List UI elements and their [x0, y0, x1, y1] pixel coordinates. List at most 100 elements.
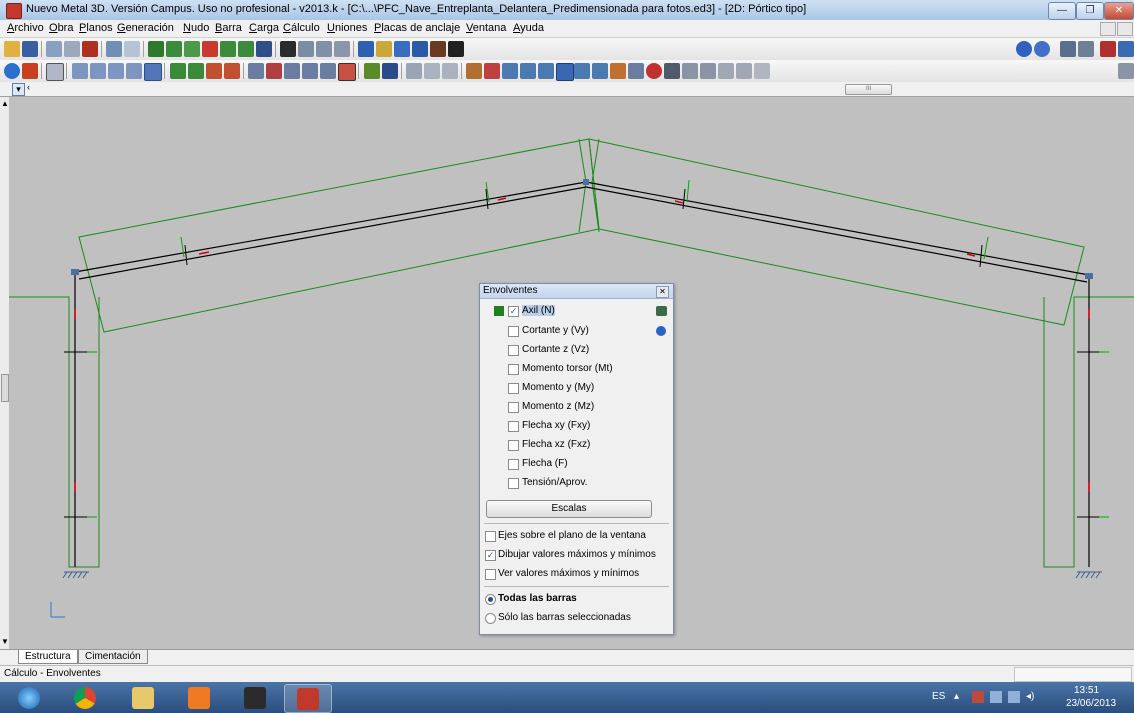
taskbar-acrobat[interactable]	[232, 684, 278, 711]
option-flecha-xy[interactable]: Flecha xy (Fxy)	[480, 417, 673, 436]
clock-time[interactable]: 13:51	[1074, 685, 1099, 696]
option-tension[interactable]: Tensión/Aprov.	[480, 474, 673, 493]
rectangle-icon[interactable]	[358, 41, 374, 57]
zoom-out-icon[interactable]	[220, 41, 236, 57]
checkbox-momento-y[interactable]	[508, 383, 519, 394]
extra-icon[interactable]	[1118, 63, 1134, 79]
print2-icon[interactable]	[736, 63, 752, 79]
clock-date[interactable]: 23/06/2013	[1066, 698, 1116, 709]
node-load-icon[interactable]	[338, 63, 356, 81]
draw2-icon[interactable]	[700, 63, 716, 79]
app-icon[interactable]	[6, 3, 22, 19]
scroll-down-icon[interactable]: ▼	[1, 637, 9, 646]
plug-icon[interactable]	[1100, 41, 1116, 57]
option-flecha[interactable]: Flecha (F)	[480, 455, 673, 474]
checkbox-flecha-xz[interactable]	[508, 440, 519, 451]
point-load-icon[interactable]	[266, 63, 282, 79]
draw-icon[interactable]	[682, 63, 698, 79]
material-icon[interactable]	[442, 63, 458, 79]
checkbox-flecha-xy[interactable]	[508, 421, 519, 432]
menu-obra[interactable]: Obra	[49, 22, 73, 34]
vertical-scroll-thumb[interactable]	[1, 374, 9, 402]
checkbox-cortante-y[interactable]	[508, 326, 519, 337]
checkbox-cortante-z[interactable]	[508, 345, 519, 356]
option-cortante-z[interactable]: Cortante z (Vz)	[480, 341, 673, 360]
taskbar-metal3d[interactable]	[284, 684, 332, 713]
buckling-icon[interactable]	[466, 63, 482, 79]
menu-planos[interactable]: Planos	[79, 22, 113, 34]
start-button[interactable]	[6, 684, 52, 711]
bolt-icon[interactable]	[538, 63, 554, 79]
check-ver-valores[interactable]: Ver valores máximos y mínimos	[480, 565, 673, 584]
globe-icon[interactable]	[1034, 41, 1050, 57]
tray-expand-icon[interactable]: ▴	[954, 691, 959, 702]
frame-icon[interactable]	[90, 63, 106, 79]
radio-todas-barras[interactable]: Todas las barras	[480, 590, 673, 609]
checkbox-tension[interactable]	[508, 478, 519, 489]
structure-icon[interactable]	[280, 41, 296, 57]
hypothesis-icon[interactable]	[364, 63, 380, 79]
dimension-icon[interactable]	[334, 41, 350, 57]
camera-icon[interactable]	[1078, 41, 1094, 57]
close-button[interactable]: ✕	[1104, 2, 1134, 20]
view-icon[interactable]	[46, 41, 62, 57]
escalas-button[interactable]: Escalas	[486, 500, 652, 518]
radio-todas[interactable]	[485, 594, 496, 605]
pan-icon[interactable]	[238, 41, 254, 57]
power-icon[interactable]	[1008, 691, 1020, 703]
minimize-button[interactable]: —	[1048, 2, 1076, 20]
option-cortante-y[interactable]: Cortante y (Vy)	[480, 322, 673, 341]
distributed-load-icon[interactable]	[284, 63, 300, 79]
load-icon[interactable]	[248, 63, 264, 79]
check-ejes-plano[interactable]: Ejes sobre el plano de la ventana	[480, 527, 673, 546]
checkbox-dibujar-valores[interactable]: ✓	[485, 550, 496, 561]
option-momento-y[interactable]: Momento y (My)	[480, 379, 673, 398]
checkbox-flecha[interactable]	[508, 459, 519, 470]
checkbox-ver-valores[interactable]	[485, 569, 496, 580]
connection-icon[interactable]	[592, 63, 608, 79]
section-icon[interactable]	[406, 63, 422, 79]
taskbar-media[interactable]	[176, 684, 222, 711]
menu-barra[interactable]: Barra	[215, 22, 242, 34]
diagram-icon[interactable]	[126, 63, 142, 79]
option-flecha-xz[interactable]: Flecha xz (Fxz)	[480, 436, 673, 455]
scroll-up-icon[interactable]: ▲	[1, 99, 9, 108]
list-icon[interactable]	[394, 41, 410, 57]
deflection-icon[interactable]	[108, 63, 124, 79]
menu-carga[interactable]: Carga	[249, 22, 279, 34]
checkbox-momento-z[interactable]	[508, 402, 519, 413]
mdi-restore-button[interactable]	[1117, 22, 1133, 36]
optimize-icon[interactable]	[610, 63, 626, 79]
network-icon[interactable]	[990, 691, 1002, 703]
dialog-close-button[interactable]: ✕	[656, 286, 669, 298]
profile-icon[interactable]	[424, 63, 440, 79]
tab-cimentacion[interactable]: Cimentación	[78, 650, 148, 664]
level-icon[interactable]	[188, 63, 204, 79]
envelope-icon[interactable]	[144, 63, 162, 81]
node-icon[interactable]	[298, 41, 314, 57]
tab-estructura[interactable]: Estructura	[18, 650, 78, 664]
language-indicator[interactable]: ES	[932, 691, 945, 702]
error-icon[interactable]	[646, 63, 662, 79]
axis-icon[interactable]	[170, 63, 186, 79]
stress-icon[interactable]	[72, 63, 88, 79]
help-icon[interactable]	[1016, 41, 1032, 57]
export-icon[interactable]	[1118, 41, 1134, 57]
checkbox-momento-torsor[interactable]	[508, 364, 519, 375]
menu-placas[interactable]: Placas de anclaje	[374, 22, 460, 34]
combination-icon[interactable]	[382, 63, 398, 79]
anchor-icon[interactable]	[520, 63, 536, 79]
pencil-icon[interactable]	[202, 41, 218, 57]
menu-ayuda[interactable]: Ayuda	[513, 22, 544, 34]
line-load-icon[interactable]	[320, 63, 336, 79]
menu-nudo[interactable]: Nudo	[183, 22, 209, 34]
maximize-button[interactable]: ❐	[1076, 2, 1104, 20]
checkbox-ejes-plano[interactable]	[485, 531, 496, 542]
check-dibujar-valores[interactable]: ✓ Dibujar valores máximos y mínimos	[480, 546, 673, 565]
taskbar-explorer[interactable]	[120, 684, 166, 711]
square-icon[interactable]	[664, 63, 680, 79]
menu-ventana[interactable]: Ventana	[466, 22, 506, 34]
redo-icon[interactable]	[124, 41, 140, 57]
joint-icon[interactable]	[484, 63, 500, 79]
undo-icon[interactable]	[106, 41, 122, 57]
